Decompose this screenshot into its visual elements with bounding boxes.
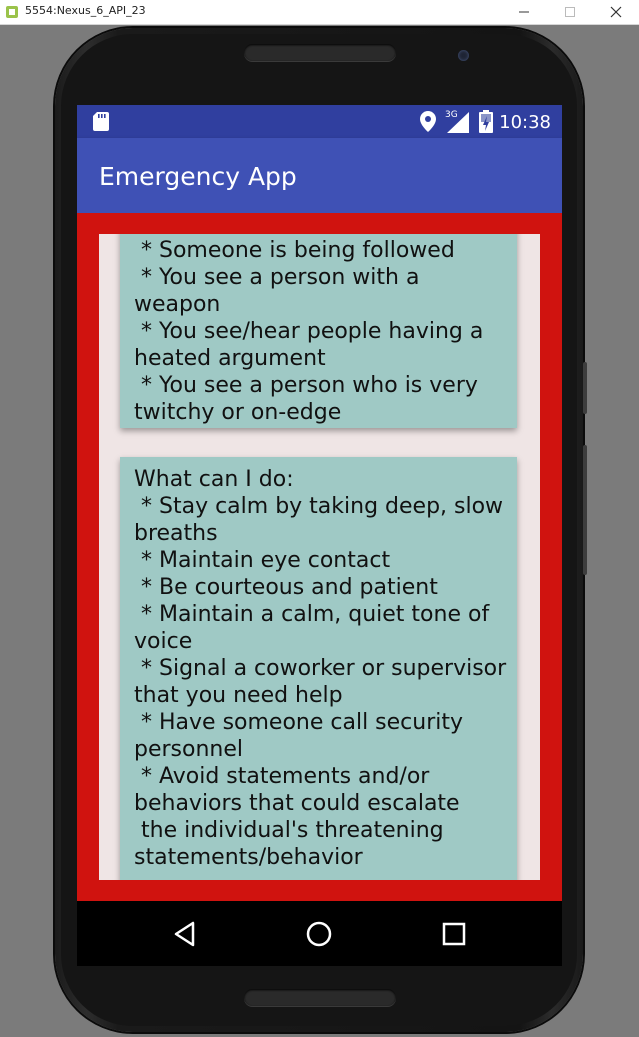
sd-card-icon	[93, 112, 109, 131]
front-camera	[458, 50, 469, 61]
recents-icon[interactable]	[437, 917, 471, 951]
top-speaker	[244, 44, 396, 61]
battery-icon	[479, 110, 493, 133]
close-icon	[610, 6, 622, 18]
card-text: * Someone is being followed * You see a …	[134, 238, 484, 425]
volume-rocker[interactable]	[583, 445, 587, 575]
minimize-button[interactable]	[501, 0, 547, 24]
bottom-speaker	[244, 989, 396, 1006]
maximize-icon	[565, 7, 575, 17]
emulator-app-icon	[6, 6, 18, 18]
clock: 10:38	[499, 112, 551, 133]
status-bar: 3G 10:38	[77, 105, 562, 138]
back-icon[interactable]	[168, 917, 202, 951]
power-button[interactable]	[583, 362, 587, 414]
maximize-button[interactable]	[547, 0, 593, 24]
close-button[interactable]	[593, 0, 639, 24]
device-screen: 3G 10:38 Emergency App * Someone is bein…	[77, 105, 562, 966]
home-icon[interactable]	[302, 917, 336, 951]
emulator-title-bar: 5554:Nexus_6_API_23	[0, 0, 639, 25]
navigation-bar	[77, 901, 562, 966]
signal-icon	[447, 112, 469, 133]
app-bar: Emergency App	[77, 138, 562, 213]
app-title: Emergency App	[99, 162, 297, 191]
window-title: 5554:Nexus_6_API_23	[25, 4, 146, 17]
card-text: What can I do: * Stay calm by taking dee…	[134, 467, 507, 870]
scroll-view[interactable]: * Someone is being followed * You see a …	[99, 234, 540, 880]
location-icon	[420, 111, 436, 132]
content-area: * Someone is being followed * You see a …	[77, 213, 562, 901]
card-warning-signs: * Someone is being followed * You see a …	[120, 234, 517, 428]
minimize-icon	[519, 11, 529, 13]
card-what-can-i-do: What can I do: * Stay calm by taking dee…	[120, 457, 517, 880]
